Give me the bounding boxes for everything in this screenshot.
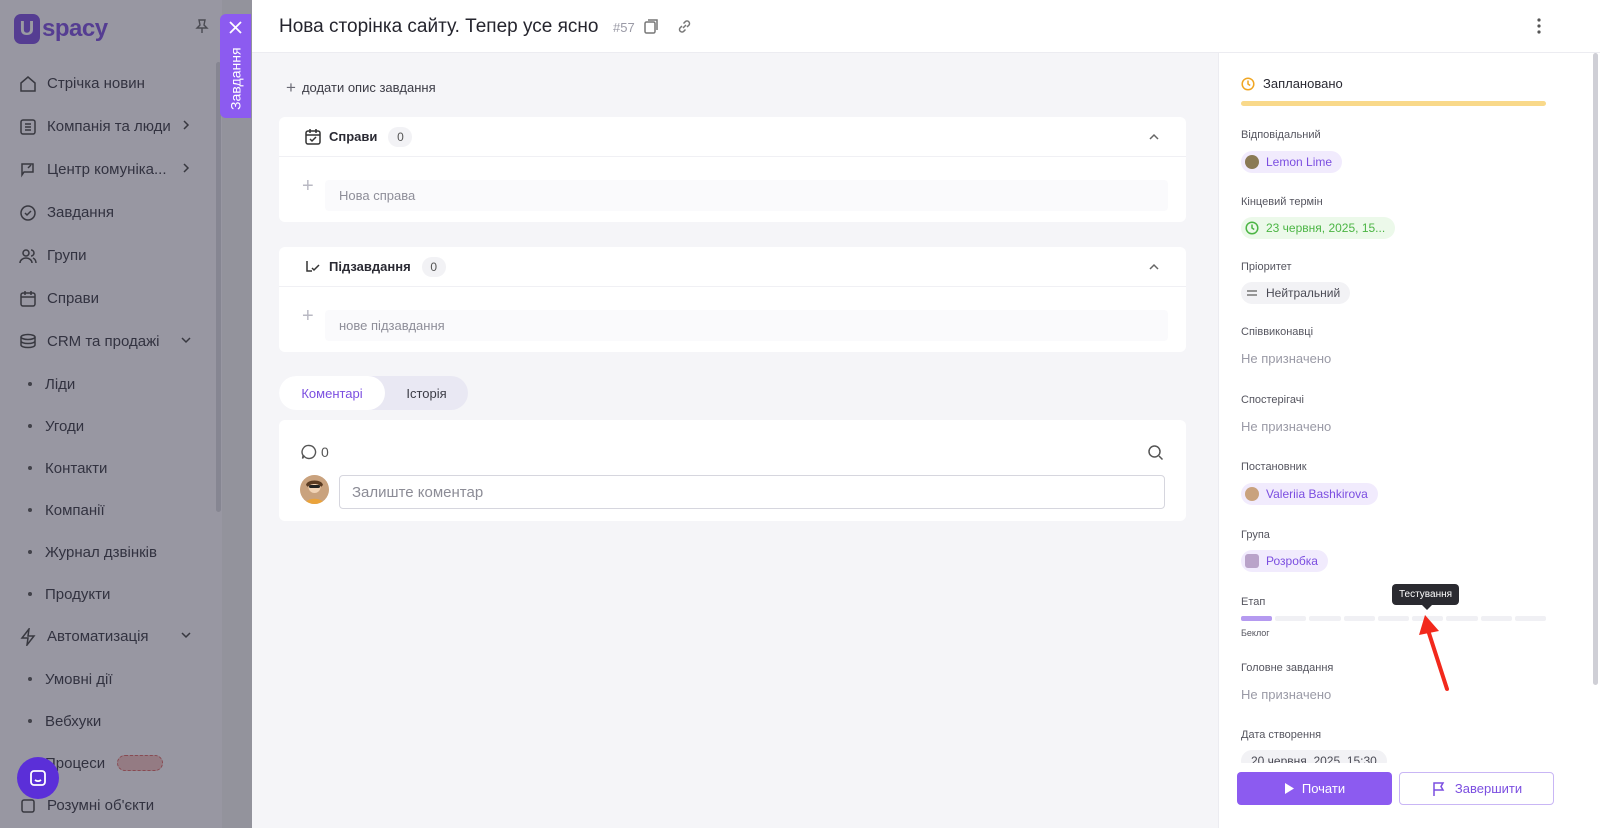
task-number: #57 — [613, 20, 635, 35]
subtasks-card-body: + — [279, 287, 1186, 352]
status-progress-bar — [1241, 101, 1546, 106]
observers-label: Спостерігачі — [1241, 394, 1304, 406]
deadline-chip[interactable]: 23 червня, 2025, 15... — [1241, 217, 1396, 239]
start-button[interactable]: Почати — [1237, 772, 1392, 805]
avatar — [1245, 155, 1259, 169]
stage-progress[interactable] — [1241, 616, 1546, 621]
priority-chip[interactable]: Нейтральний — [1241, 282, 1351, 304]
stage-tooltip: Тестування — [1392, 584, 1460, 610]
add-description-label: додати опис завдання — [301, 80, 436, 95]
comment-icon — [301, 444, 317, 460]
stage-segment[interactable] — [1480, 616, 1512, 621]
start-label: Почати — [1301, 781, 1346, 796]
finish-button[interactable]: Завершити — [1399, 772, 1554, 805]
equals-icon — [1247, 290, 1257, 296]
group-avatar — [1245, 554, 1259, 568]
subtask-icon — [306, 260, 320, 272]
todos-card-header[interactable]: Справи 0 — [279, 117, 1186, 157]
avatar — [1245, 487, 1259, 501]
tab-history[interactable]: Історія — [385, 376, 468, 410]
stage-name: Беклог — [1241, 628, 1270, 638]
chevron-up-icon[interactable] — [1148, 131, 1160, 143]
deadline-value: 23 червня, 2025, 15... — [1266, 221, 1386, 235]
clock-icon — [1241, 76, 1255, 91]
responsible-name: Lemon Lime — [1266, 155, 1333, 169]
parent-task-value[interactable]: Не призначено — [1241, 687, 1331, 702]
priority-label: Пріоритет — [1241, 261, 1292, 273]
close-icon[interactable] — [228, 20, 243, 35]
task-title[interactable]: Нова сторінка сайту. Тепер усе ясно — [279, 16, 598, 38]
todos-card: Справи 0 + — [279, 117, 1186, 222]
stage-segment[interactable] — [1377, 616, 1410, 621]
priority-value: Нейтральний — [1266, 286, 1341, 300]
comments-section: 0 — [279, 420, 1186, 521]
chat-icon — [30, 770, 46, 786]
creator-name: Valeriia Bashkirova — [1266, 487, 1368, 501]
deadline-label: Кінцевий термін — [1241, 196, 1323, 208]
subtasks-card-header[interactable]: Підзавдання 0 — [279, 247, 1186, 287]
task-status[interactable]: Заплановано — [1241, 76, 1343, 91]
status-label: Заплановано — [1263, 76, 1343, 91]
group-chip[interactable]: Розробка — [1241, 550, 1328, 572]
more-vertical-icon[interactable] — [1532, 16, 1546, 36]
plus-icon[interactable]: + — [302, 306, 314, 326]
task-main: + додати опис завдання Справи 0 + Підзав… — [252, 53, 1218, 828]
comment-input[interactable] — [339, 475, 1165, 509]
todos-title: Справи — [329, 129, 378, 144]
observers-value[interactable]: Не призначено — [1241, 419, 1331, 434]
stage-label: Етап — [1241, 596, 1266, 608]
group-label: Група — [1241, 529, 1270, 541]
copy-icon[interactable] — [643, 18, 660, 35]
todos-card-body: + — [279, 157, 1186, 222]
subtasks-card: Підзавдання 0 + — [279, 247, 1186, 352]
stage-segment[interactable] — [1343, 616, 1375, 621]
plus-icon: + — [286, 78, 296, 97]
chevron-up-icon[interactable] — [1148, 261, 1160, 273]
tab-comments[interactable]: Коментарі — [279, 376, 385, 410]
stage-segment[interactable] — [1309, 616, 1341, 621]
plus-icon[interactable]: + — [302, 176, 314, 196]
task-header: Нова сторінка сайту. Тепер усе ясно #57 — [252, 0, 1600, 53]
responsible-label: Відповідальний — [1241, 129, 1321, 141]
search-icon[interactable] — [1147, 444, 1164, 461]
creator-chip[interactable]: Valeriia Bashkirova — [1241, 483, 1378, 505]
created-label: Дата створення — [1241, 729, 1322, 741]
stage-segment[interactable] — [1514, 616, 1546, 621]
stage-segment[interactable] — [1275, 616, 1307, 621]
subtasks-title: Підзавдання — [329, 259, 411, 274]
modal-overlay[interactable] — [0, 0, 252, 828]
task-panel: Нова сторінка сайту. Тепер усе ясно #57 … — [252, 0, 1600, 828]
responsible-chip[interactable]: Lemon Lime — [1241, 151, 1343, 173]
comments-count: 0 — [321, 444, 329, 460]
new-subtask-input[interactable] — [325, 310, 1168, 341]
finish-label: Завершити — [1454, 781, 1523, 796]
stage-segment[interactable] — [1241, 616, 1273, 621]
parent-task-label: Головне завдання — [1241, 662, 1334, 674]
add-description-button[interactable]: + додати опис завдання — [286, 79, 436, 96]
coexecutors-label: Співвиконавці — [1241, 326, 1314, 338]
task-details: Заплановано Відповідальний Lemon Lime Кі… — [1218, 53, 1600, 828]
link-icon[interactable] — [676, 18, 693, 35]
details-scrollbar[interactable] — [1593, 53, 1598, 685]
side-tab-label: Завдання — [227, 47, 244, 111]
play-icon — [1284, 783, 1294, 794]
group-name: Розробка — [1266, 554, 1318, 568]
new-todo-input[interactable] — [325, 180, 1168, 211]
tasks-side-tab[interactable]: Завдання — [220, 14, 251, 118]
task-actions: Почати Завершити — [1219, 763, 1600, 828]
todos-count: 0 — [388, 126, 413, 147]
calendar-check-icon — [305, 128, 321, 145]
activity-tabs: Коментарі Історія — [279, 376, 468, 410]
annotation-arrow-icon — [1419, 615, 1449, 691]
creator-label: Постановник — [1241, 461, 1307, 473]
avatar — [300, 475, 329, 504]
subtasks-count: 0 — [421, 256, 446, 277]
support-chat-button[interactable] — [17, 757, 59, 799]
coexecutors-value[interactable]: Не призначено — [1241, 351, 1331, 366]
flag-icon — [1433, 781, 1445, 796]
clock-icon — [1245, 221, 1259, 235]
